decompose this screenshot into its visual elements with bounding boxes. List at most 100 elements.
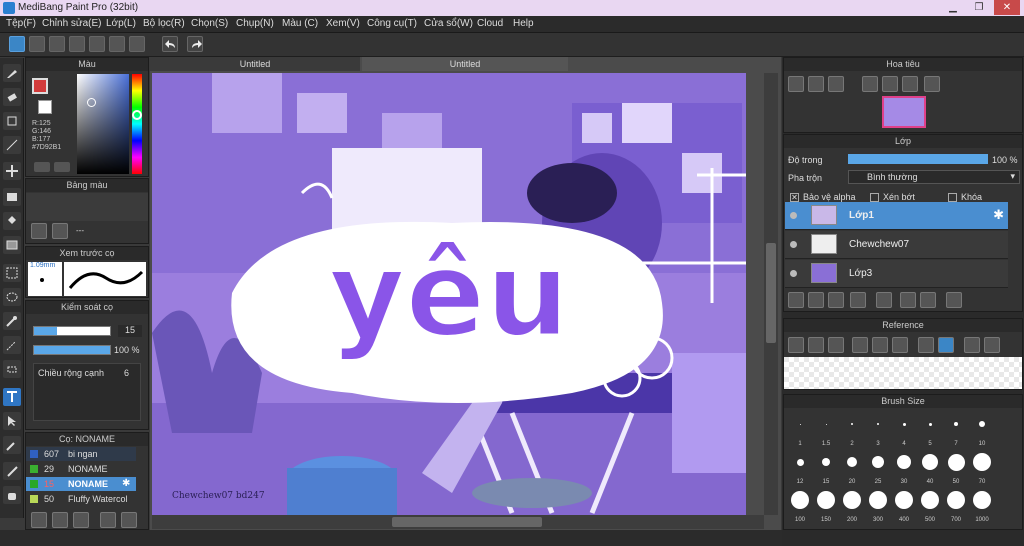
vertical-scroll-thumb[interactable] [766, 243, 776, 343]
clip-checkbox[interactable] [870, 193, 879, 202]
brush-size-cell[interactable]: 3 [866, 413, 890, 447]
ref-rotate-icon[interactable] [964, 337, 980, 353]
upload-icon[interactable] [29, 36, 45, 52]
brush-opacity-slider[interactable] [33, 345, 111, 355]
select-pen-tool-icon[interactable] [3, 336, 21, 354]
add-palette-button[interactable] [31, 223, 47, 239]
brush-list-item[interactable]: 607 bi ngan [26, 447, 136, 461]
protect-alpha-checkbox[interactable]: ✕ [790, 193, 799, 202]
brush-size-cell[interactable]: 12 [788, 451, 812, 485]
duplicate-layer-icon[interactable] [900, 292, 916, 308]
blend-mode-select[interactable]: Bình thường ▾ [848, 170, 1020, 184]
brush-size-value[interactable]: 15 [118, 325, 142, 337]
menu-file[interactable]: Tệp(F) [6, 18, 36, 29]
brush-size-cell[interactable]: 150 [814, 489, 838, 523]
brush-size-cell[interactable]: 200 [840, 489, 864, 523]
ref-hand-icon[interactable] [938, 337, 954, 353]
brush-menu-icon[interactable] [73, 512, 89, 528]
edge-width-value[interactable]: 6 [124, 368, 129, 378]
foreground-color-swatch[interactable] [32, 78, 48, 94]
chat-icon[interactable] [69, 36, 85, 52]
brush-size-cell[interactable]: 15 [814, 451, 838, 485]
bucket-tool-icon[interactable] [3, 212, 21, 230]
brush-size-cell[interactable]: 300 [866, 489, 890, 523]
brush-size-cell[interactable]: 50 [944, 451, 968, 485]
brush-size-cell[interactable]: 40 [918, 451, 942, 485]
minimize-button[interactable]: ▁ [940, 0, 966, 15]
nav-actual-size-icon[interactable] [882, 76, 898, 92]
brush-size-cell[interactable]: 30 [892, 451, 916, 485]
color-mode-button[interactable] [34, 162, 50, 172]
ref-open-icon[interactable] [808, 337, 824, 353]
layer-visibility-icon[interactable] [790, 270, 797, 277]
nav-fit-width-icon[interactable] [862, 76, 878, 92]
eyedropper-tool-icon[interactable] [3, 436, 21, 454]
menu-capture[interactable]: Chụp(N) [236, 18, 274, 29]
canvas-vertical-scrollbar[interactable] [764, 73, 778, 515]
ref-cloud-icon[interactable] [788, 337, 804, 353]
brush-size-cell[interactable]: 1.5 [814, 413, 838, 447]
nav-zoom-in-icon[interactable] [788, 76, 804, 92]
document-icon[interactable] [89, 36, 105, 52]
background-color-swatch[interactable] [38, 100, 52, 114]
list-icon[interactable] [109, 36, 125, 52]
delete-layer-icon[interactable] [946, 292, 962, 308]
new-halftone-layer-icon[interactable] [808, 292, 824, 308]
brush-size-slider[interactable] [33, 326, 111, 336]
brush-list-item[interactable]: 50 Fluffy Watercol [26, 492, 136, 506]
gradient-tool-icon[interactable] [3, 236, 21, 254]
ref-eyedropper-icon[interactable] [918, 337, 934, 353]
nav-flip-icon[interactable] [924, 76, 940, 92]
layer-opacity-slider[interactable] [848, 154, 988, 164]
cloud-icon[interactable] [9, 36, 25, 52]
layer-visibility-icon[interactable] [790, 212, 797, 219]
brush-size-cell[interactable]: 100 [788, 489, 812, 523]
menu-select[interactable]: Chọn(S) [191, 18, 228, 29]
new-brush-icon[interactable] [52, 512, 68, 528]
ref-zoom-out-icon[interactable] [892, 337, 908, 353]
brush-tool-icon[interactable] [3, 64, 21, 82]
comment-icon[interactable] [49, 36, 65, 52]
menu-tools[interactable]: Công cụ(T) [367, 18, 417, 29]
layer-visibility-icon[interactable] [790, 241, 797, 248]
saturation-value-picker[interactable] [77, 74, 129, 174]
menu-cloud[interactable]: Cloud [477, 18, 503, 29]
operation-tool-icon[interactable] [3, 412, 21, 430]
menu-help[interactable]: Help [513, 18, 534, 29]
brush-size-cell[interactable]: 70 [970, 451, 994, 485]
brush-list-item[interactable]: 29 NONAME [26, 462, 136, 476]
brush-size-cell[interactable]: 1000 [970, 489, 994, 523]
menu-color[interactable]: Màu (C) [282, 18, 318, 29]
tab-untitled-1[interactable]: Untitled [150, 57, 360, 71]
brush-copy-icon[interactable] [100, 512, 116, 528]
layer-settings-gear-icon[interactable]: ✱ [993, 207, 1004, 223]
brush-size-cell[interactable]: 2 [840, 413, 864, 447]
layer-folder-icon[interactable] [876, 292, 892, 308]
select-eraser-tool-icon[interactable] [3, 360, 21, 378]
horizontal-scroll-thumb[interactable] [392, 517, 542, 527]
ref-fit-icon[interactable] [984, 337, 1000, 353]
text-tool-icon[interactable] [3, 388, 21, 406]
delete-palette-icon[interactable] [52, 223, 68, 239]
brush-list-item-selected[interactable]: 15 NONAME ✱ [26, 477, 136, 491]
color-picker-cursor[interactable] [87, 98, 96, 107]
fill-rect-tool-icon[interactable] [3, 188, 21, 206]
new-8bit-layer-icon[interactable] [828, 292, 844, 308]
menu-view[interactable]: Xem(V) [326, 18, 360, 29]
nav-zoom-fit-icon[interactable] [808, 76, 824, 92]
undo-button[interactable] [162, 36, 178, 52]
menu-window[interactable]: Cửa sổ(W) [424, 18, 473, 29]
eraser-tool-icon[interactable] [3, 88, 21, 106]
menu-edit[interactable]: Chỉnh sửa(E) [42, 18, 102, 29]
brush-size-cell[interactable]: 1 [788, 413, 812, 447]
layer-row-2[interactable]: Chewchew07 [785, 231, 1008, 259]
hue-slider[interactable] [132, 74, 142, 174]
hue-slider-handle[interactable] [132, 110, 142, 120]
nav-rotate-icon[interactable] [902, 76, 918, 92]
cloud-brush-icon[interactable] [31, 512, 47, 528]
menu-filter[interactable]: Bộ lọc(R) [143, 18, 185, 29]
magic-wand-tool-icon[interactable] [3, 312, 21, 330]
palette-swatch-area[interactable] [26, 193, 148, 221]
tab-untitled-2[interactable]: Untitled [362, 57, 568, 71]
brush-size-cell[interactable]: 7 [944, 413, 968, 447]
